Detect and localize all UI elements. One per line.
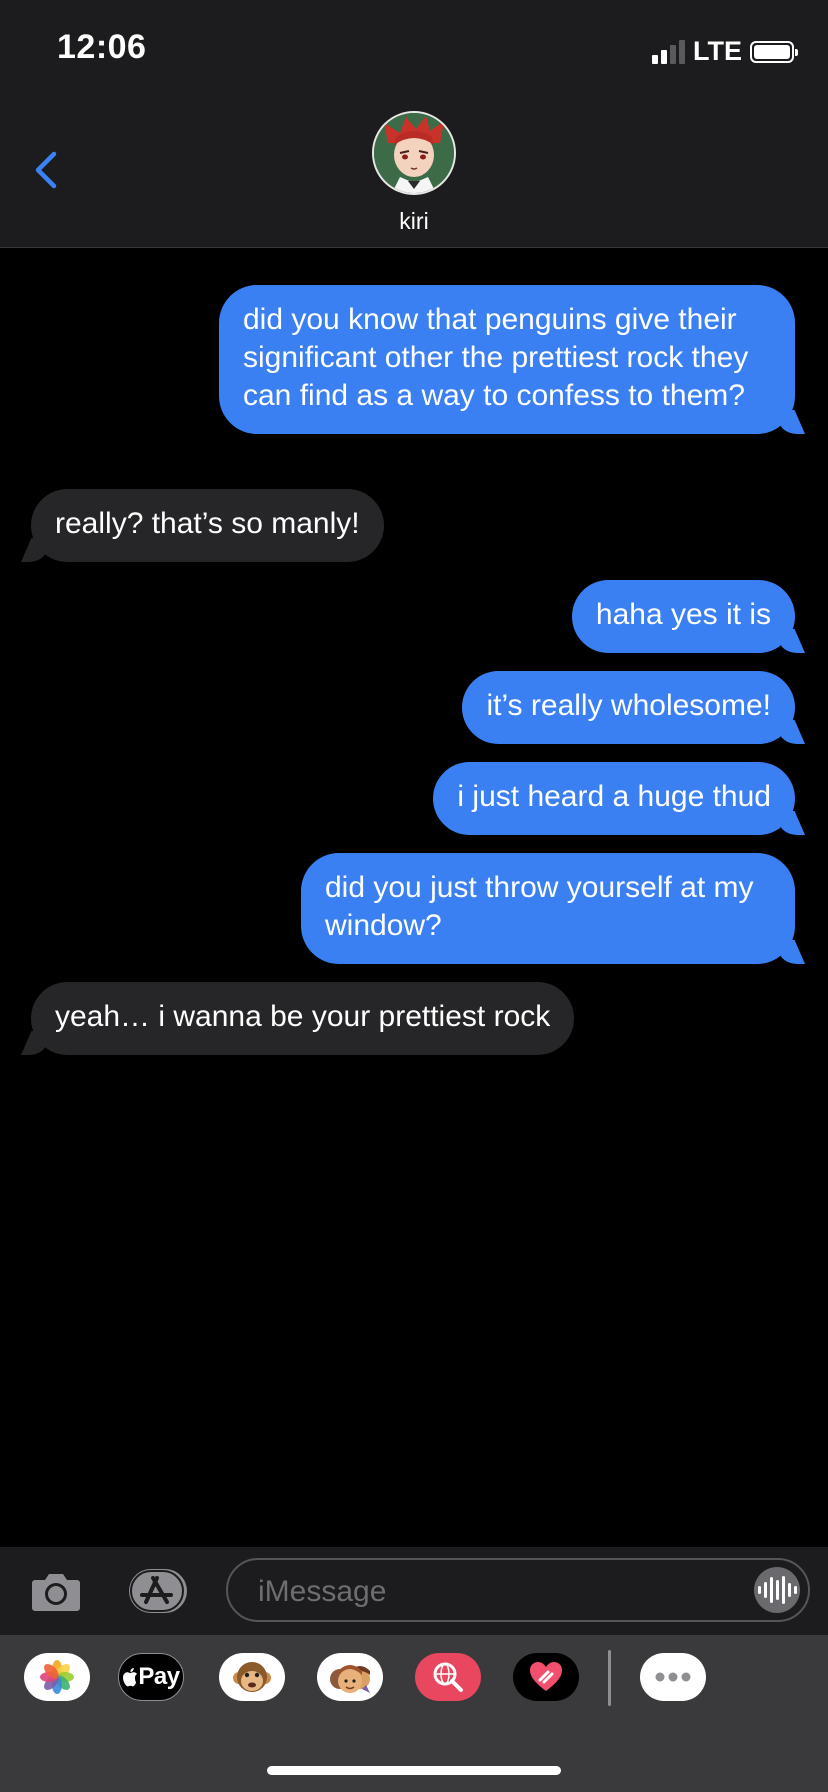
animoji-app-icon[interactable] — [219, 1653, 285, 1701]
message-bubble-outgoing[interactable]: did you just throw yourself at my window… — [301, 853, 795, 964]
status-indicators: LTE — [652, 36, 798, 67]
message-bubble-incoming[interactable]: yeah… i wanna be your prettiest rock — [31, 982, 575, 1055]
message-bubble-outgoing[interactable]: it’s really wholesome! — [462, 671, 795, 744]
message-input-bar: iMessage — [0, 1547, 828, 1635]
apple-pay-label: Pay — [138, 1663, 180, 1690]
memoji-app-icon[interactable] — [317, 1653, 383, 1701]
cellular-signal-icon — [652, 39, 685, 64]
message-input-placeholder: iMessage — [258, 1575, 387, 1608]
more-apps-icon[interactable] — [640, 1653, 706, 1701]
photos-app-icon[interactable] — [24, 1653, 90, 1701]
audio-waveform-icon[interactable] — [754, 1567, 800, 1613]
message-bubble-incoming[interactable]: really? that’s so manly! — [31, 489, 384, 562]
chevron-left-icon[interactable] — [32, 150, 60, 190]
camera-icon[interactable] — [31, 1570, 81, 1612]
network-type: LTE — [693, 36, 742, 66]
conversation-header: 12:06 LTE kiri — [0, 0, 828, 248]
app-drawer-divider — [608, 1650, 611, 1706]
avatar-image — [374, 113, 454, 193]
home-indicator[interactable] — [267, 1766, 561, 1775]
web-search-app-icon[interactable] — [415, 1653, 481, 1701]
digital-touch-app-icon[interactable] — [513, 1653, 579, 1701]
message-bubble-outgoing[interactable]: did you know that penguins give their si… — [219, 285, 795, 434]
message-bubble-outgoing[interactable]: i just heard a huge thud — [433, 762, 795, 835]
apple-logo-icon — [123, 1668, 138, 1687]
app-store-icon[interactable] — [127, 1568, 191, 1614]
contact-avatar[interactable] — [372, 111, 456, 195]
contact-name[interactable]: kiri — [0, 208, 828, 235]
apple-pay-app-icon[interactable]: Pay — [118, 1653, 184, 1701]
message-input[interactable]: iMessage — [226, 1558, 810, 1622]
status-time: 12:06 — [57, 28, 147, 66]
battery-icon — [750, 40, 798, 63]
message-bubble-outgoing[interactable]: haha yes it is — [571, 580, 795, 653]
